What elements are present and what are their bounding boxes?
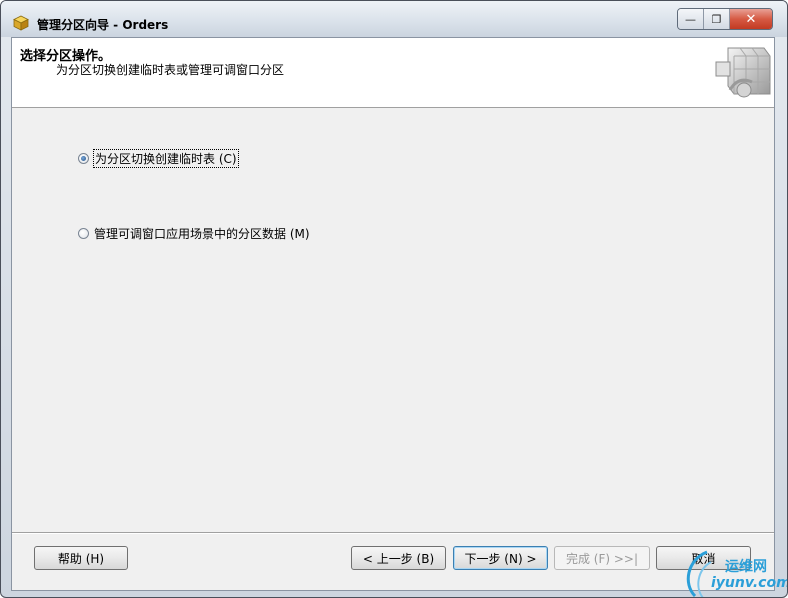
next-button[interactable]: 下一步 (N) > <box>453 546 548 570</box>
footer-separator <box>12 532 774 534</box>
wizard-app-icon <box>13 15 29 31</box>
restore-icon: ❐ <box>711 12 722 26</box>
watermark-text-domain: iyunv.com <box>711 575 788 591</box>
wizard-client-area: 选择分区操作。 为分区切换创建临时表或管理可调窗口分区 为分区切换创建临时表 (… <box>11 37 775 591</box>
radio-create-staging-table[interactable] <box>78 153 89 164</box>
page-subtitle: 为分区切换创建临时表或管理可调窗口分区 <box>56 63 285 77</box>
window-title: 管理分区向导 - Orders <box>37 18 169 32</box>
finish-button[interactable]: 完成 (F) >>| <box>554 546 650 570</box>
option-create-staging-table[interactable]: 为分区切换创建临时表 (C) <box>78 149 239 168</box>
option-manage-sliding-window-label: 管理可调窗口应用场景中的分区数据 (M) <box>94 227 310 241</box>
back-button[interactable]: < 上一步 (B) <box>351 546 446 570</box>
minimize-icon: — <box>685 12 696 26</box>
minimize-button[interactable]: — <box>678 9 704 29</box>
wizard-window: 管理分区向导 - Orders — ❐ ✕ 选择分区操作。 为分区切换创建临时表… <box>0 0 788 598</box>
wizard-header: 选择分区操作。 为分区切换创建临时表或管理可调窗口分区 <box>12 38 774 108</box>
help-button[interactable]: 帮助 (H) <box>34 546 128 570</box>
radio-manage-sliding-window[interactable] <box>78 228 89 239</box>
title-bar[interactable]: 管理分区向导 - Orders — ❐ ✕ <box>1 1 787 37</box>
option-manage-sliding-window[interactable]: 管理可调窗口应用场景中的分区数据 (M) <box>78 225 310 242</box>
watermark-text-cn: 运维网 <box>725 559 767 575</box>
close-icon: ✕ <box>745 11 757 27</box>
option-create-staging-table-label: 为分区切换创建临时表 (C) <box>93 149 239 168</box>
window-controls: — ❐ ✕ <box>677 8 773 30</box>
maximize-button[interactable]: ❐ <box>704 9 730 29</box>
close-button[interactable]: ✕ <box>730 9 772 29</box>
cube-matrix-icon <box>715 47 771 98</box>
site-watermark: 运维网 iyunv.com <box>681 546 788 597</box>
